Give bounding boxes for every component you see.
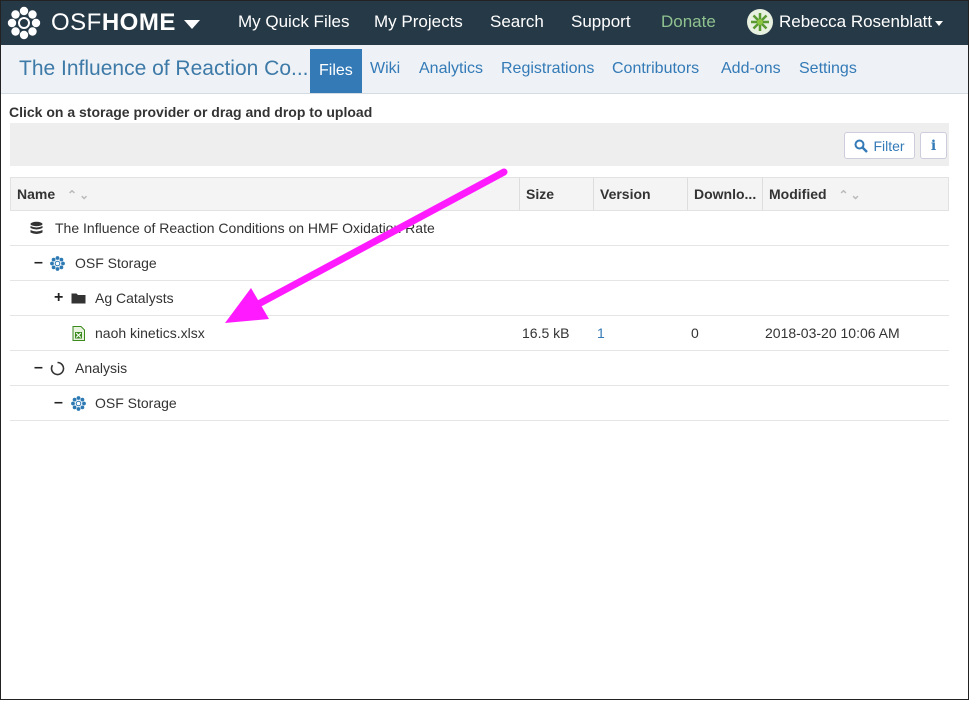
row-name[interactable]: Ag Catalysts: [95, 281, 174, 315]
user-name: Rebecca Rosenblatt: [779, 12, 933, 31]
upload-hint: Click on a storage provider or drag and …: [9, 104, 373, 120]
table-row[interactable]: The Influence of Reaction Conditions on …: [10, 211, 949, 246]
column-name: Name ⌃⌄: [11, 178, 519, 210]
project-navbar: The Influence of Reaction Co... Files Wi…: [1, 45, 968, 94]
row-size: 16.5 kB: [522, 325, 570, 341]
info-button[interactable]: i: [920, 132, 947, 159]
osf-storage-icon: [50, 256, 65, 271]
database-icon: [30, 221, 43, 234]
row-name[interactable]: OSF Storage: [75, 246, 157, 280]
tab-settings[interactable]: Settings: [799, 60, 857, 78]
tab-registrations[interactable]: Registrations: [501, 60, 594, 78]
column-version-label: Version: [600, 186, 651, 202]
sort-modified-icon[interactable]: ⌃⌄: [838, 179, 862, 210]
osf-storage-icon: [71, 396, 86, 411]
column-name-label: Name: [17, 186, 56, 202]
nav-donate[interactable]: Donate: [661, 12, 716, 32]
search-icon: [854, 139, 869, 153]
table-row[interactable]: – Analysis: [10, 351, 949, 386]
nav-my-projects[interactable]: My Projects: [374, 12, 463, 32]
collapse-toggle[interactable]: –: [34, 351, 43, 385]
row-name[interactable]: OSF Storage: [95, 386, 177, 420]
excel-file-icon: [72, 326, 85, 341]
top-navbar: OSF HOME My Quick Files My Projects Searc…: [1, 1, 968, 45]
tab-analytics[interactable]: Analytics: [419, 60, 483, 78]
column-modified: Modified ⌃⌄: [762, 178, 948, 210]
column-downloads-label: Downlo...: [694, 186, 757, 202]
sort-name-icon[interactable]: ⌃⌄: [67, 179, 91, 210]
row-name[interactable]: Analysis: [75, 351, 127, 385]
table-row[interactable]: – OSF Storage: [10, 246, 949, 281]
row-version-link[interactable]: 1: [597, 316, 605, 350]
folder-icon: [71, 293, 86, 304]
user-caret-down-icon: [935, 20, 944, 26]
row-name[interactable]: naoh kinetics.xlsx: [95, 316, 205, 350]
collapse-toggle[interactable]: –: [54, 386, 63, 420]
user-avatar-icon: [751, 13, 769, 31]
project-title[interactable]: The Influence of Reaction Co...: [19, 57, 309, 81]
filter-label: Filter: [873, 137, 905, 154]
info-icon: i: [930, 137, 937, 154]
row-name[interactable]: The Influence of Reaction Conditions on …: [55, 211, 435, 245]
column-modified-label: Modified: [769, 186, 827, 202]
tab-add-ons[interactable]: Add-ons: [721, 60, 781, 78]
expand-toggle[interactable]: +: [54, 281, 63, 315]
row-downloads: 0: [691, 325, 699, 341]
nav-my-quick-files[interactable]: My Quick Files: [238, 12, 349, 32]
table-row[interactable]: + Ag Catalysts: [10, 281, 949, 316]
column-size: Size: [519, 178, 593, 210]
collapse-toggle[interactable]: –: [34, 246, 43, 280]
file-table-header: Name ⌃⌄ Size Version Downlo... Modified …: [10, 177, 949, 211]
nav-search[interactable]: Search: [490, 12, 544, 32]
filter-button[interactable]: Filter: [844, 132, 915, 159]
table-row[interactable]: – OSF Storage: [10, 386, 949, 421]
table-row[interactable]: naoh kinetics.xlsx 16.5 kB 1 0 2018-03-2…: [10, 316, 949, 351]
column-size-label: Size: [526, 186, 555, 202]
user-menu[interactable]: Rebecca Rosenblatt: [747, 9, 944, 35]
tab-contributors[interactable]: Contributors: [612, 60, 699, 78]
tab-wiki[interactable]: Wiki: [370, 60, 400, 78]
file-toolbar: Filter i: [10, 123, 949, 166]
component-icon: [50, 361, 65, 376]
column-version: Version: [593, 178, 687, 210]
nav-support[interactable]: Support: [571, 12, 631, 32]
avatar: [747, 9, 773, 35]
column-downloads: Downlo...: [687, 178, 762, 210]
tab-files[interactable]: Files: [310, 49, 362, 93]
row-modified: 2018-03-20 10:06 AM: [765, 325, 900, 341]
